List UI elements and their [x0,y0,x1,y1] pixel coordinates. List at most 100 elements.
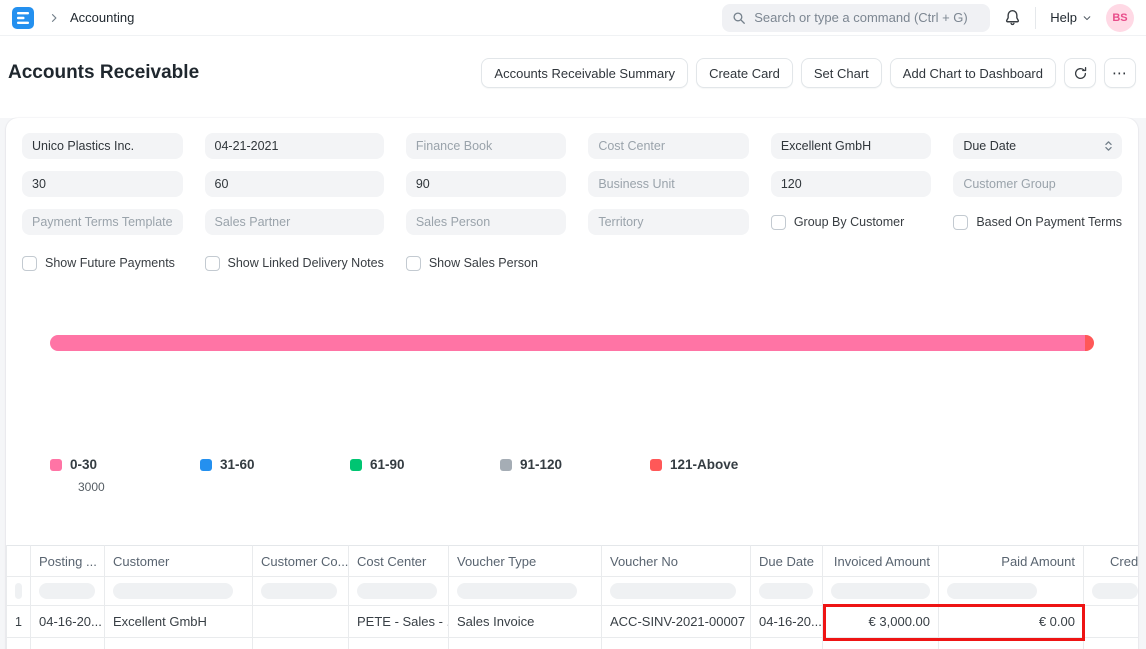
refresh-button[interactable] [1064,58,1096,88]
legend-swatch-green [350,458,362,471]
header-voucher-no[interactable]: Voucher No [602,545,751,577]
filter-report-date[interactable]: 04-21-2021 [204,133,384,159]
legend-swatch-blue [200,458,212,471]
column-filter-cell[interactable] [31,577,105,606]
column-filter-input[interactable] [357,583,437,599]
cell-paid-amount[interactable]: € 0.00 [939,606,1084,638]
legend-label: 91-120 [520,457,563,472]
header-paid-amount[interactable]: Paid Amount [939,545,1084,577]
cell-invoiced-amount[interactable]: € 3,000.00 [823,606,939,638]
column-filter-input[interactable] [113,583,233,599]
column-filter-input[interactable] [457,583,577,599]
header-posting-date[interactable]: Posting ... [31,545,105,577]
filter-business-unit[interactable]: Business Unit [588,171,749,197]
header-customer-contact[interactable]: Customer Co... [253,545,349,577]
refresh-icon [1073,66,1088,81]
bar-segment-0-30[interactable] [50,335,1085,351]
column-filter-cell[interactable] [823,577,939,606]
empty-cell [7,638,31,649]
table-filter-row [7,577,1138,606]
column-filter-input[interactable] [831,583,930,599]
header-customer[interactable]: Customer [105,545,253,577]
column-filter-input[interactable] [39,583,95,599]
checkbox-label: Based On Payment Terms [976,215,1122,229]
checkbox-label: Group By Customer [793,215,905,229]
column-filter-cell[interactable] [7,577,31,606]
filter-cost-center[interactable]: Cost Center [588,133,749,159]
header-credit-note[interactable]: Credit Note [1084,545,1138,577]
column-filter-cell[interactable] [349,577,449,606]
cell-customer-contact[interactable] [253,606,349,638]
add-chart-to-dashboard-button[interactable]: Add Chart to Dashboard [889,58,1056,88]
header-rownum[interactable] [7,545,31,577]
navbar: Accounting Help BS [0,0,1146,36]
legend-item-91-120: 91-120 [500,457,650,472]
checkbox-show-future-payments[interactable]: Show Future Payments [22,253,183,273]
column-filter-cell[interactable] [1084,577,1138,606]
ageing-stacked-bar[interactable] [50,335,1094,351]
filter-range-2[interactable]: 60 [204,171,384,197]
cell-posting-date[interactable]: 04-16-20... [31,606,105,638]
cell-voucher-no[interactable]: ACC-SINV-2021-00007 [602,606,751,638]
column-filter-cell[interactable] [939,577,1084,606]
checkbox-show-linked-delivery-notes[interactable]: Show Linked Delivery Notes [204,253,384,273]
checkbox-icon [953,214,969,230]
column-filter-input[interactable] [1092,583,1138,599]
column-filter-cell[interactable] [602,577,751,606]
cell-customer[interactable]: Excellent GmbH [105,606,253,638]
filter-finance-book[interactable]: Finance Book [405,133,567,159]
bar-segment-121-above[interactable] [1085,335,1094,351]
column-filter-input[interactable] [15,583,22,599]
column-filter-cell[interactable] [105,577,253,606]
column-filter-input[interactable] [261,583,337,599]
column-filter-cell[interactable] [751,577,823,606]
table-row[interactable]: 1 04-16-20... Excellent GmbH PETE - Sale… [7,606,1138,638]
filter-territory[interactable]: Territory [588,209,749,235]
filter-sales-person[interactable]: Sales Person [405,209,567,235]
header-invoiced-amount[interactable]: Invoiced Amount [823,545,939,577]
create-card-button[interactable]: Create Card [696,58,793,88]
cell-credit-note[interactable] [1084,606,1138,638]
accounts-receivable-summary-button[interactable]: Accounts Receivable Summary [481,58,689,88]
column-filter-input[interactable] [610,583,736,599]
global-search[interactable] [722,3,991,32]
filter-payment-terms-template[interactable]: Payment Terms Template [22,209,183,235]
app-logo-icon[interactable] [12,6,34,29]
checkbox-icon [770,214,786,230]
column-filter-input[interactable] [947,583,1037,599]
filter-sales-partner[interactable]: Sales Partner [204,209,384,235]
more-options-button[interactable]: ⋯ [1104,58,1136,88]
filter-ageing-based-on-select[interactable]: Due Date [953,133,1122,159]
header-voucher-type[interactable]: Voucher Type [449,545,602,577]
filter-range-3[interactable]: 90 [405,171,567,197]
column-filter-cell[interactable] [253,577,349,606]
report-filters: Unico Plastics Inc. 04-21-2021 Finance B… [6,118,1138,273]
chevron-right-icon [48,12,60,24]
filter-range-1[interactable]: 30 [22,171,183,197]
cell-voucher-type[interactable]: Sales Invoice [449,606,602,638]
page-header: Accounts Receivable Accounts Receivable … [0,36,1146,110]
notifications-bell-icon[interactable] [1004,9,1021,26]
checkbox-show-sales-person[interactable]: Show Sales Person [405,253,567,273]
checkbox-group-by-customer[interactable]: Group By Customer [770,209,932,235]
cell-due-date[interactable]: 04-16-20... [751,606,823,638]
column-filter-input[interactable] [759,583,813,599]
breadcrumb-accounting[interactable]: Accounting [70,10,134,25]
cell-rownum[interactable]: 1 [7,606,31,638]
user-avatar[interactable]: BS [1106,3,1134,32]
filter-customer[interactable]: Excellent GmbH [770,133,932,159]
cell-cost-center[interactable]: PETE - Sales - ... [349,606,449,638]
chevron-down-icon [1082,13,1092,23]
help-menu[interactable]: Help [1050,10,1092,25]
filter-company[interactable]: Unico Plastics Inc. [22,133,183,159]
filter-range-4[interactable]: 120 [770,171,932,197]
checkbox-based-on-payment-terms[interactable]: Based On Payment Terms [953,209,1122,235]
search-input[interactable] [754,10,981,25]
checkbox-label: Show Future Payments [45,256,175,270]
filter-customer-group[interactable]: Customer Group [953,171,1122,197]
set-chart-button[interactable]: Set Chart [800,58,882,88]
legend-label: 31-60 [220,457,255,472]
header-cost-center[interactable]: Cost Center [349,545,449,577]
column-filter-cell[interactable] [449,577,602,606]
header-due-date[interactable]: Due Date [751,545,823,577]
